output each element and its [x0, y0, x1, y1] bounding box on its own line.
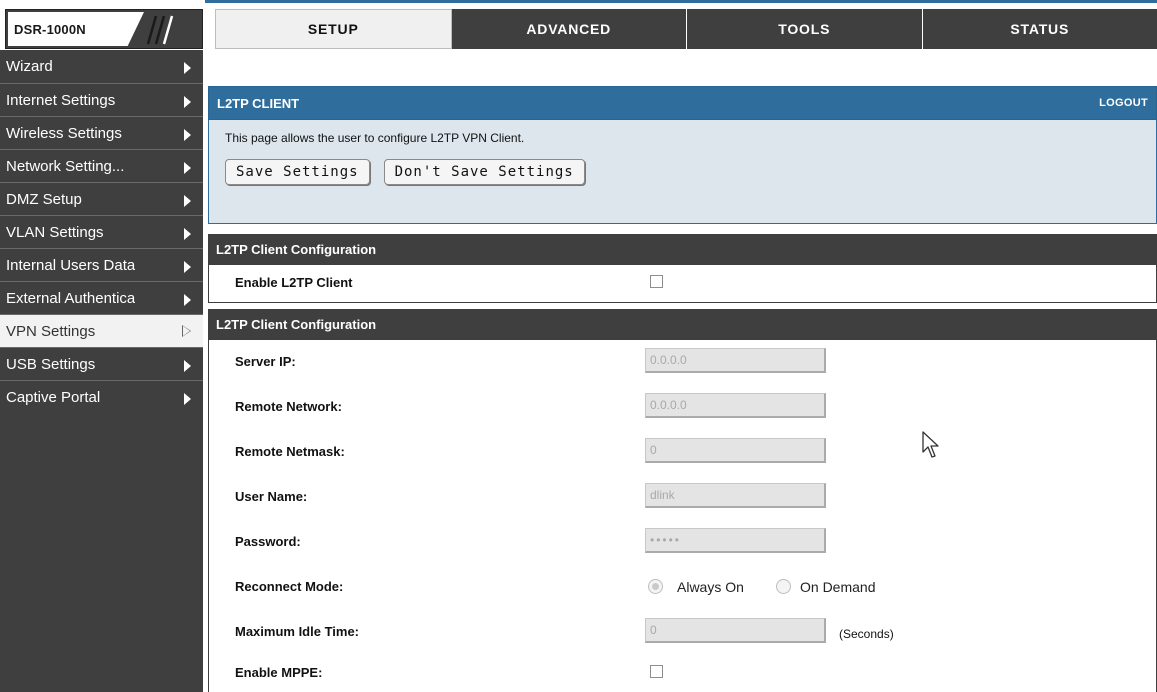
on-demand-radio[interactable]: [776, 579, 791, 594]
remote-network-field[interactable]: 0.0.0.0: [645, 393, 826, 418]
password-field[interactable]: •••••: [645, 528, 826, 553]
chevron-right-icon: [184, 261, 191, 273]
remote-netmask-field[interactable]: 0: [645, 438, 826, 463]
sidebar-item-label: Network Setting...: [6, 157, 125, 175]
server-ip-label: Server IP:: [235, 354, 296, 369]
top-accent-line: [205, 0, 1157, 3]
form-row: Remote Netmask: 0: [209, 430, 1156, 475]
sidebar-item-label: Internal Users Data: [6, 256, 136, 274]
save-settings-button[interactable]: Save Settings: [225, 159, 370, 185]
sidebar-item-wizard[interactable]: Wizard: [0, 50, 203, 83]
main-nav: SETUP ADVANCED TOOLS STATUS: [215, 9, 1157, 49]
server-ip-field[interactable]: 0.0.0.0: [645, 348, 826, 373]
chevron-right-icon: [184, 360, 191, 372]
mouse-pointer-icon: [922, 431, 939, 458]
sidebar-item-label: DMZ Setup: [6, 190, 82, 208]
user-name-label: User Name:: [235, 489, 308, 504]
form-row: Enable L2TP Client: [209, 265, 1156, 302]
chevron-right-icon: [184, 393, 191, 405]
sidebar-item-label: USB Settings: [6, 355, 96, 373]
dont-save-settings-button[interactable]: Don't Save Settings: [383, 159, 585, 185]
chevron-right-icon: [184, 96, 191, 108]
form-row: Enable MPPE:: [209, 655, 1156, 692]
sidebar-item-vlan-settings[interactable]: VLAN Settings: [0, 215, 203, 248]
enable-l2tp-label: Enable L2TP Client: [235, 275, 353, 290]
form-row: User Name: dlink: [209, 475, 1156, 520]
page-title: L2TP CLIENT: [217, 95, 300, 111]
tab-label: ADVANCED: [526, 21, 612, 37]
chevron-right-icon: [184, 228, 191, 240]
sidebar-item-label: External Authentica: [6, 289, 136, 307]
sidebar-item-label: Captive Portal: [6, 388, 101, 406]
chevron-right-icon: [184, 195, 191, 207]
form-row: Server IP: 0.0.0.0: [209, 340, 1156, 385]
sidebar-item-vpn-settings[interactable]: VPN Settings: [0, 314, 203, 347]
top-bar: DSR-1000N SETUP ADVANCED TOOLS STATUS: [0, 0, 1157, 50]
section-header-config: L2TP Client Configuration: [208, 309, 1157, 340]
enable-mppe-checkbox[interactable]: [650, 665, 663, 678]
sidebar-item-captive-portal[interactable]: Captive Portal: [0, 380, 203, 413]
form-row: Reconnect Mode: Always On On Demand: [209, 565, 1156, 610]
sidebar-item-label: Wizard: [6, 58, 53, 75]
form-row: Remote Network: 0.0.0.0: [209, 385, 1156, 430]
chevron-right-icon: [184, 294, 191, 306]
sidebar-item-internal-users-data[interactable]: Internal Users Data: [0, 248, 203, 281]
tab-advanced[interactable]: ADVANCED: [451, 9, 687, 49]
sidebar-item-label: VPN Settings: [6, 322, 96, 340]
chevron-right-outline-icon: [182, 325, 191, 337]
logout-link[interactable]: LOGOUT: [1099, 97, 1148, 109]
sidebar-item-wireless-settings[interactable]: Wireless Settings: [0, 116, 203, 149]
device-logo: DSR-1000N: [5, 9, 203, 49]
chevron-right-icon: [184, 162, 191, 174]
button-row: Save Settings Don't Save Settings: [225, 159, 1140, 185]
page-description: This page allows the user to configure L…: [225, 131, 525, 145]
logo-slashes-icon: [146, 15, 174, 45]
sidebar: Wizard Internet Settings Wireless Settin…: [0, 50, 203, 692]
sidebar-item-dmz-setup[interactable]: DMZ Setup: [0, 182, 203, 215]
sidebar-item-network-settings[interactable]: Network Setting...: [0, 149, 203, 182]
sidebar-item-internet-settings[interactable]: Internet Settings: [0, 83, 203, 116]
chevron-right-icon: [184, 62, 191, 74]
reconnect-mode-label: Reconnect Mode:: [235, 579, 344, 594]
sidebar-item-label: VLAN Settings: [6, 223, 104, 241]
sidebar-item-usb-settings[interactable]: USB Settings: [0, 347, 203, 380]
tab-label: STATUS: [1010, 21, 1070, 37]
tab-tools[interactable]: TOOLS: [687, 9, 923, 49]
password-label: Password:: [235, 534, 301, 549]
tab-label: SETUP: [307, 21, 359, 37]
remote-network-label: Remote Network:: [235, 399, 342, 414]
max-idle-time-field[interactable]: 0: [645, 618, 826, 643]
panel-header: L2TP CLIENT LOGOUT: [208, 86, 1157, 120]
always-on-radio[interactable]: [648, 579, 663, 594]
main-content: L2TP CLIENT LOGOUT This page allows the …: [208, 86, 1157, 692]
tab-status[interactable]: STATUS: [922, 9, 1157, 49]
user-name-field[interactable]: dlink: [645, 483, 826, 508]
chevron-right-icon: [184, 129, 191, 141]
max-idle-time-label: Maximum Idle Time:: [235, 624, 360, 639]
enable-l2tp-checkbox[interactable]: [650, 275, 663, 288]
on-demand-label: On Demand: [800, 579, 876, 595]
info-box: This page allows the user to configure L…: [208, 120, 1157, 224]
remote-netmask-label: Remote Netmask:: [235, 444, 345, 459]
model-name: DSR-1000N: [14, 22, 86, 37]
section-header-enable: L2TP Client Configuration: [208, 234, 1157, 265]
tab-label: TOOLS: [778, 21, 831, 37]
form-row: Password: •••••: [209, 520, 1156, 565]
enable-mppe-label: Enable MPPE:: [235, 665, 323, 680]
sidebar-item-label: Internet Settings: [6, 91, 116, 109]
section-enable: Enable L2TP Client: [208, 265, 1157, 303]
tab-setup[interactable]: SETUP: [215, 9, 452, 49]
always-on-label: Always On: [677, 579, 744, 595]
sidebar-item-external-authentication[interactable]: External Authentica: [0, 281, 203, 314]
seconds-unit: (Seconds): [839, 627, 894, 641]
sidebar-item-label: Wireless Settings: [6, 124, 122, 142]
section-config: Server IP: 0.0.0.0 Remote Network: 0.0.0…: [208, 340, 1157, 692]
form-row: Maximum Idle Time: 0 (Seconds): [209, 610, 1156, 655]
